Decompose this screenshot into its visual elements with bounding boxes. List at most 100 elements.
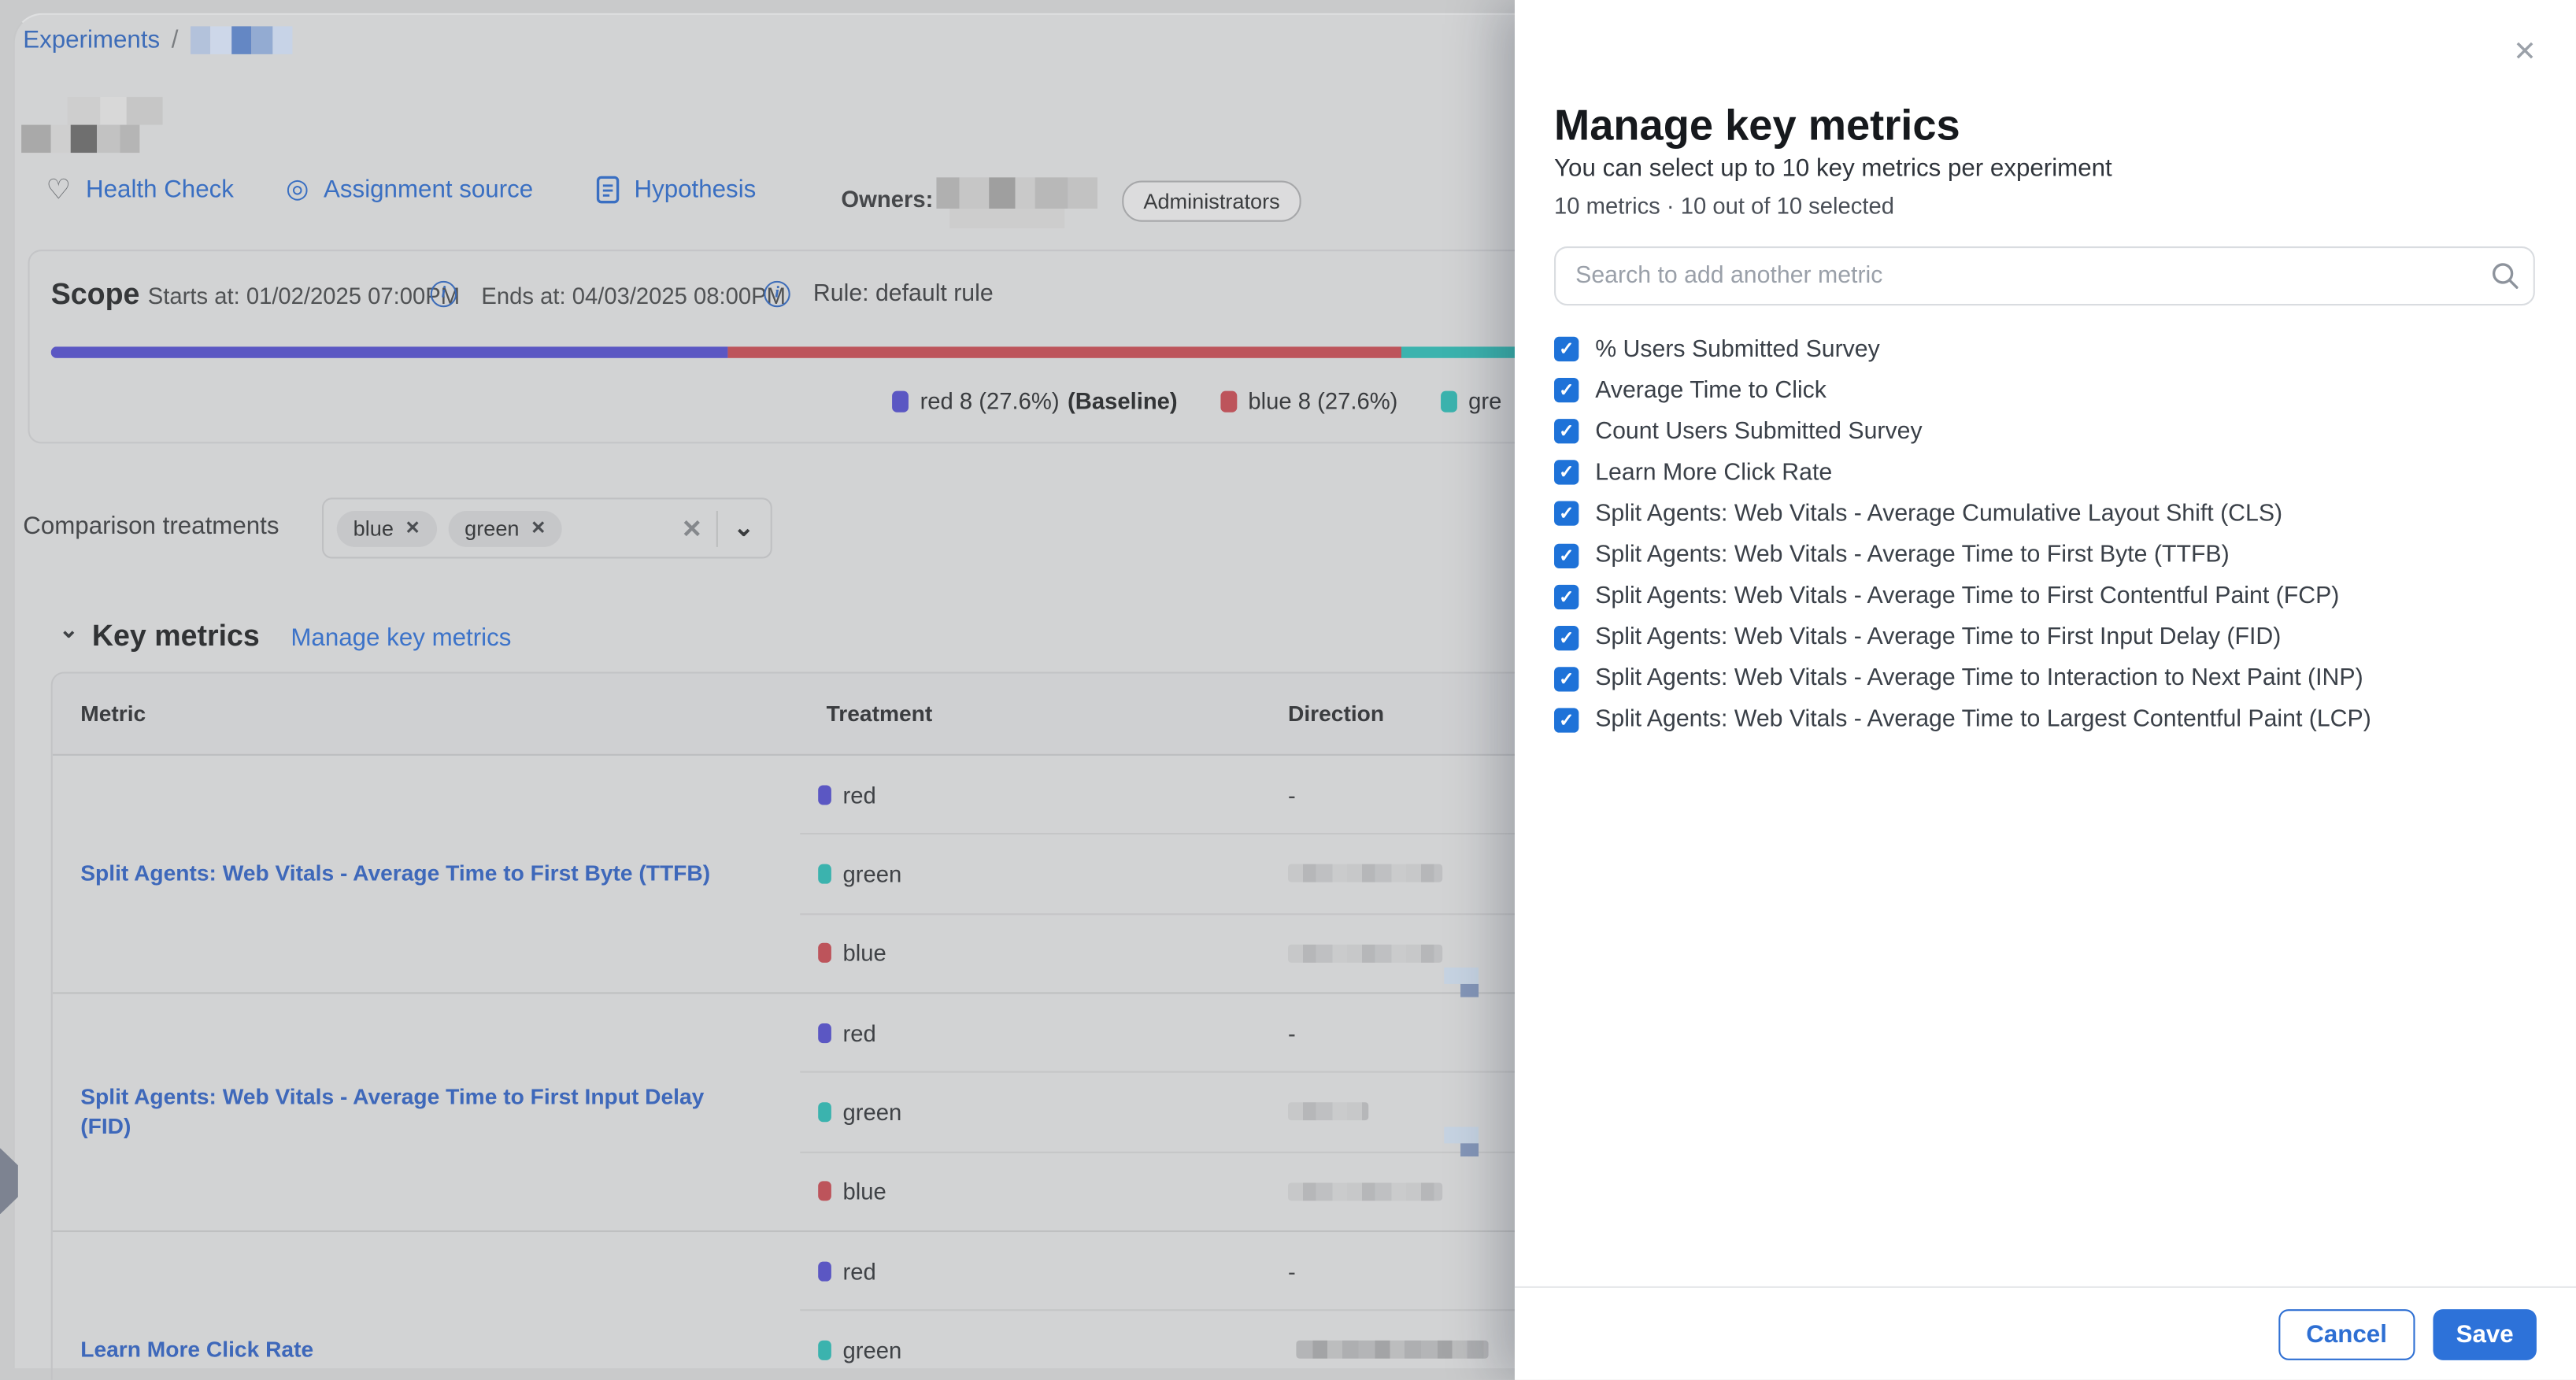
- panel-title: Manage key metrics: [1554, 100, 1960, 151]
- info-icon[interactable]: i: [431, 281, 457, 307]
- checkbox-checked[interactable]: ✓: [1554, 337, 1579, 361]
- owners-redacted-name: [936, 177, 1097, 228]
- treatment-cell: red: [800, 1258, 1288, 1284]
- legend-swatch-red: [892, 390, 909, 412]
- legend-label: blue 8 (27.6%): [1248, 387, 1397, 413]
- treatment-swatch-red: [818, 1261, 831, 1281]
- metric-checkbox-row[interactable]: ✓Split Agents: Web Vitals - Average Time…: [1554, 658, 2540, 699]
- distribution-segment-red: [51, 346, 728, 358]
- info-icon[interactable]: i: [764, 281, 790, 307]
- redaction-artifact: [1444, 1127, 1479, 1143]
- legend-label: gre: [1468, 387, 1501, 413]
- health-check-label: Health Check: [86, 176, 234, 203]
- metric-checkbox-label: Split Agents: Web Vitals - Average Time …: [1595, 583, 2339, 609]
- comparison-treatments-select[interactable]: blue✕ green ✕ ✕ ⌄: [322, 498, 772, 558]
- collapse-chevron-icon[interactable]: ⌄: [59, 620, 78, 639]
- metric-checkbox-row[interactable]: ✓ % Users Submitted Survey: [1554, 328, 2540, 369]
- treatment-cell: blue: [800, 940, 1288, 966]
- metric-link[interactable]: Split Agents: Web Vitals - Average Time …: [80, 1082, 744, 1142]
- checkbox-checked[interactable]: ✓: [1554, 543, 1579, 568]
- treatment-cell: green: [800, 1337, 1288, 1363]
- manage-key-metrics-link[interactable]: Manage key metrics: [291, 624, 511, 652]
- assignment-source-link[interactable]: ◎ Assignment source: [286, 176, 533, 203]
- checkbox-checked[interactable]: ✓: [1554, 625, 1579, 649]
- direction-value-redacted: [1288, 1103, 1368, 1121]
- treatment-swatch-green: [818, 864, 831, 884]
- direction-value-redacted: [1288, 1182, 1442, 1201]
- checkbox-checked[interactable]: ✓: [1554, 708, 1579, 732]
- metric-checkbox-list: ✓ % Users Submitted Survey ✓ Average Time t…: [1554, 328, 2540, 741]
- metric-checkbox-row[interactable]: ✓ Split Agents: Web Vitals - Average Time…: [1554, 535, 2540, 575]
- hypothesis-link[interactable]: Hypothesis: [596, 176, 756, 203]
- metric-checkbox-row[interactable]: ✓ Average Time to Click: [1554, 370, 2540, 411]
- direction-value: -: [1288, 782, 1296, 808]
- administrators-badge[interactable]: Administrators: [1122, 181, 1301, 222]
- metric-checkbox-row[interactable]: ✓ Split Agents: Web Vitals - Average Cumu…: [1554, 494, 2540, 535]
- assignment-source-label: Assignment source: [324, 176, 533, 203]
- direction-value-redacted: [1296, 1341, 1488, 1360]
- metric-checkbox-row[interactable]: ✓Count Users Submitted Survey: [1554, 411, 2540, 452]
- metric-checkbox-label: Split Agents: Web Vitals - Average Time …: [1595, 624, 2281, 650]
- treatment-swatch-blue: [818, 943, 831, 963]
- save-button[interactable]: Save: [2433, 1308, 2537, 1360]
- direction-value: -: [1288, 1258, 1296, 1284]
- metric-search-input[interactable]: [1554, 246, 2535, 305]
- treatment-name: green: [842, 860, 901, 886]
- metric-checkbox-label: Average Time to Click: [1595, 377, 1827, 403]
- treatment-cell: green: [800, 860, 1288, 886]
- checkbox-checked[interactable]: ✓: [1554, 584, 1579, 609]
- metric-checkbox-row[interactable]: ✓ Learn More Click Rate: [1554, 452, 2540, 493]
- clear-selection-icon[interactable]: ✕: [667, 513, 717, 543]
- legend-swatch-green: [1441, 390, 1457, 412]
- health-check-link[interactable]: ♡ Health Check: [46, 176, 234, 203]
- metric-checkbox-label: Learn More Click Rate: [1595, 460, 1832, 486]
- screen: Experiments / ♡ Health Check ◎ Assignmen…: [0, 0, 2576, 1380]
- distribution-segment-blue: [727, 346, 1401, 358]
- document-icon: [596, 176, 619, 203]
- treatment-name: green: [842, 1337, 901, 1363]
- checkbox-checked[interactable]: ✓: [1554, 420, 1579, 444]
- checkbox-checked[interactable]: ✓: [1554, 461, 1579, 485]
- treatment-chip-blue[interactable]: blue✕: [337, 510, 437, 546]
- close-icon[interactable]: ✕: [2513, 38, 2537, 65]
- checkbox-checked[interactable]: ✓: [1554, 667, 1579, 691]
- direction-value-redacted: [1288, 865, 1442, 883]
- treatment-swatch-green: [818, 1341, 831, 1360]
- experiment-toolbar: ♡ Health Check ◎ Assignment source Hypot…: [0, 171, 1515, 227]
- checkbox-checked[interactable]: ✓: [1554, 501, 1579, 526]
- column-header-metric: Metric: [53, 701, 800, 726]
- chevron-down-icon[interactable]: ⌄: [719, 520, 754, 536]
- legend-baseline-label: (Baseline): [1068, 387, 1178, 413]
- cancel-button[interactable]: Cancel: [2278, 1308, 2415, 1360]
- treatment-swatch-blue: [818, 1182, 831, 1201]
- metric-checkbox-label: % Users Submitted Survey: [1595, 336, 1880, 362]
- metric-cell: Split Agents: Web Vitals - Average Time …: [53, 756, 800, 992]
- treatment-chip-green[interactable]: green ✕: [448, 510, 562, 546]
- direction-value-redacted: [1288, 944, 1442, 962]
- remove-chip-icon[interactable]: ✕: [531, 510, 546, 546]
- treatment-name: red: [842, 1019, 875, 1045]
- metric-checkbox-row[interactable]: ✓ Split Agents: Web Vitals - Average Time…: [1554, 617, 2540, 658]
- treatment-swatch-red: [818, 785, 831, 805]
- metric-checkbox-label: Split Agents: Web Vitals - Average Time …: [1595, 542, 2229, 568]
- metric-cell: Split Agents: Web Vitals - Average Time …: [53, 993, 800, 1230]
- manage-key-metrics-panel: ✕ Manage key metrics You can select up t…: [1515, 0, 2576, 1380]
- metric-checkbox-label: Split Agents: Web Vitals - Average Cumul…: [1595, 501, 2282, 527]
- metric-cell: Learn More Click Rate: [53, 1232, 800, 1380]
- chip-label: green: [464, 510, 519, 546]
- metric-checkbox-row[interactable]: ✓Split Agents: Web Vitals - Average Time…: [1554, 700, 2540, 741]
- treatment-name: blue: [842, 1178, 886, 1204]
- experiment-title-redacted: [21, 97, 162, 153]
- column-header-treatment: Treatment: [800, 701, 1288, 726]
- breadcrumb-experiments-link[interactable]: Experiments: [23, 26, 160, 54]
- key-metrics-title: Key metrics: [92, 620, 260, 654]
- metric-link[interactable]: Split Agents: Web Vitals - Average Time …: [80, 859, 710, 889]
- remove-chip-icon[interactable]: ✕: [405, 510, 420, 546]
- checkbox-checked[interactable]: ✓: [1554, 378, 1579, 402]
- metric-checkbox-row[interactable]: ✓ Split Agents: Web Vitals - Average Time…: [1554, 576, 2540, 617]
- scope-title: Scope: [51, 278, 140, 313]
- scope-rule: Rule: default rule: [813, 281, 994, 307]
- treatment-swatch-red: [818, 1023, 831, 1042]
- metric-link[interactable]: Learn More Click Rate: [80, 1335, 313, 1365]
- comparison-treatments-label: Comparison treatments: [23, 512, 279, 540]
